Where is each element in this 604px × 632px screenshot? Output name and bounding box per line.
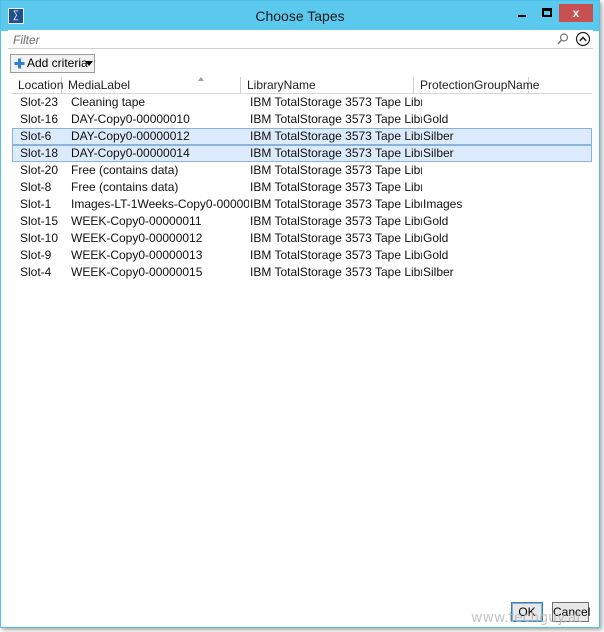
- table-row[interactable]: Slot-18 DAY-Copy0-00000014 IBM TotalStor…: [12, 145, 592, 162]
- cell-medialabel: WEEK-Copy0-00000012: [71, 231, 203, 245]
- cell-location: Slot-1: [20, 197, 52, 211]
- table-row[interactable]: Slot-10 WEEK-Copy0-00000012 IBM TotalSto…: [12, 230, 592, 247]
- cell-medialabel: WEEK-Copy0-00000015: [71, 265, 203, 279]
- cell-libraryname: IBM TotalStorage 3573 Tape Library: [250, 265, 422, 279]
- cell-protectiongroup: Gold: [423, 248, 449, 262]
- cell-medialabel: DAY-Copy0-00000014: [71, 146, 190, 160]
- cell-protectiongroup: Silber: [423, 146, 454, 160]
- cell-libraryname: IBM TotalStorage 3573 Tape Library: [250, 129, 422, 143]
- maximize-button[interactable]: [534, 4, 559, 22]
- cell-location: Slot-20: [20, 163, 59, 177]
- cell-protectiongroup: Gold: [423, 214, 449, 228]
- cell-location: Slot-6: [20, 129, 52, 143]
- cell-libraryname: IBM TotalStorage 3573 Tape Library: [250, 146, 422, 160]
- tape-list: Slot-23 Cleaning tape IBM TotalStorage 3…: [12, 94, 592, 281]
- cell-protectiongroup: [423, 179, 533, 196]
- table-row[interactable]: Slot-15 WEEK-Copy0-00000011 IBM TotalSto…: [12, 213, 592, 230]
- table-row[interactable]: Slot-23 Cleaning tape IBM TotalStorage 3…: [12, 94, 592, 111]
- choose-tapes-dialog: ∑ Choose Tapes x Add criteria Locat: [0, 0, 600, 628]
- cell-libraryname: IBM TotalStorage 3573 Tape Library: [250, 163, 422, 177]
- collapse-filter-icon[interactable]: [575, 31, 591, 47]
- close-button[interactable]: x: [559, 4, 593, 22]
- cell-medialabel: Free (contains data): [71, 163, 179, 177]
- cell-protectiongroup: Images: [423, 197, 463, 211]
- cell-medialabel: WEEK-Copy0-00000011: [71, 214, 202, 228]
- column-header-medialabel-text: MediaLabel: [68, 78, 131, 92]
- cell-protectiongroup: Silber: [423, 265, 454, 279]
- table-row[interactable]: Slot-8 Free (contains data) IBM TotalSto…: [12, 179, 592, 196]
- column-header-medialabel[interactable]: MediaLabel: [62, 77, 241, 94]
- cell-medialabel: Free (contains data): [71, 180, 179, 194]
- cell-medialabel: DAY-Copy0-00000012: [71, 129, 190, 143]
- cell-medialabel: Images-LT-1Weeks-Copy0-00000003: [71, 197, 249, 211]
- column-header-libraryname[interactable]: LibraryName: [241, 77, 414, 94]
- cell-libraryname: IBM TotalStorage 3573 Tape Library: [250, 214, 422, 228]
- cell-location: Slot-8: [20, 180, 52, 194]
- cell-libraryname: IBM TotalStorage 3573 Tape Library: [250, 112, 422, 126]
- filter-bar: [8, 30, 593, 49]
- column-header-location[interactable]: Location: [12, 77, 63, 94]
- plus-icon: [14, 58, 25, 69]
- cell-medialabel: DAY-Copy0-00000010: [71, 112, 190, 126]
- cell-protectiongroup: Gold: [423, 231, 449, 245]
- cell-location: Slot-18: [20, 146, 59, 160]
- table-row[interactable]: Slot-9 WEEK-Copy0-00000013 IBM TotalStor…: [12, 247, 592, 264]
- cell-libraryname: IBM TotalStorage 3573 Tape Library: [250, 231, 422, 245]
- chevron-down-icon: [85, 61, 93, 66]
- table-row[interactable]: Slot-20 Free (contains data) IBM TotalSt…: [12, 162, 592, 179]
- maximize-icon: [542, 8, 552, 17]
- cell-protectiongroup: [423, 162, 533, 179]
- table-row[interactable]: Slot-4 WEEK-Copy0-00000015 IBM TotalStor…: [12, 264, 592, 281]
- cell-libraryname: IBM TotalStorage 3573 Tape Library: [250, 197, 422, 211]
- table-row[interactable]: Slot-6 DAY-Copy0-00000012 IBM TotalStora…: [12, 128, 592, 145]
- title-bar[interactable]: ∑ Choose Tapes x: [1, 1, 599, 31]
- add-criteria-button[interactable]: Add criteria: [10, 54, 95, 73]
- column-header-protectiongroupname[interactable]: ProtectionGroupName: [414, 77, 539, 94]
- grid-header: Location MediaLabel LibraryName Protecti…: [12, 77, 592, 94]
- cell-location: Slot-16: [20, 112, 59, 126]
- cell-libraryname: IBM TotalStorage 3573 Tape Library: [250, 95, 422, 109]
- cell-medialabel: Cleaning tape: [71, 95, 146, 109]
- filter-input[interactable]: [8, 31, 563, 48]
- minimize-button[interactable]: [509, 4, 534, 22]
- close-icon: x: [572, 6, 580, 20]
- table-row[interactable]: Slot-16 DAY-Copy0-00000010 IBM TotalStor…: [12, 111, 592, 128]
- cell-protectiongroup: Gold: [423, 112, 449, 126]
- search-icon[interactable]: [556, 32, 570, 46]
- watermark: www.techguy.at: [471, 610, 582, 626]
- cell-libraryname: IBM TotalStorage 3573 Tape Library: [250, 248, 422, 262]
- cell-protectiongroup: [423, 94, 533, 111]
- cell-medialabel: WEEK-Copy0-00000013: [71, 248, 203, 262]
- cell-location: Slot-23: [20, 95, 59, 109]
- minimize-icon: [518, 15, 526, 17]
- cell-location: Slot-9: [20, 248, 52, 262]
- add-criteria-label: Add criteria: [27, 56, 88, 70]
- cell-location: Slot-15: [20, 214, 59, 228]
- cell-libraryname: IBM TotalStorage 3573 Tape Library: [250, 180, 422, 194]
- table-row[interactable]: Slot-1 Images-LT-1Weeks-Copy0-00000003 I…: [12, 196, 592, 213]
- cell-location: Slot-10: [20, 231, 59, 245]
- sort-ascending-icon: [198, 77, 204, 81]
- cell-protectiongroup: Silber: [423, 129, 454, 143]
- cell-location: Slot-4: [20, 265, 52, 279]
